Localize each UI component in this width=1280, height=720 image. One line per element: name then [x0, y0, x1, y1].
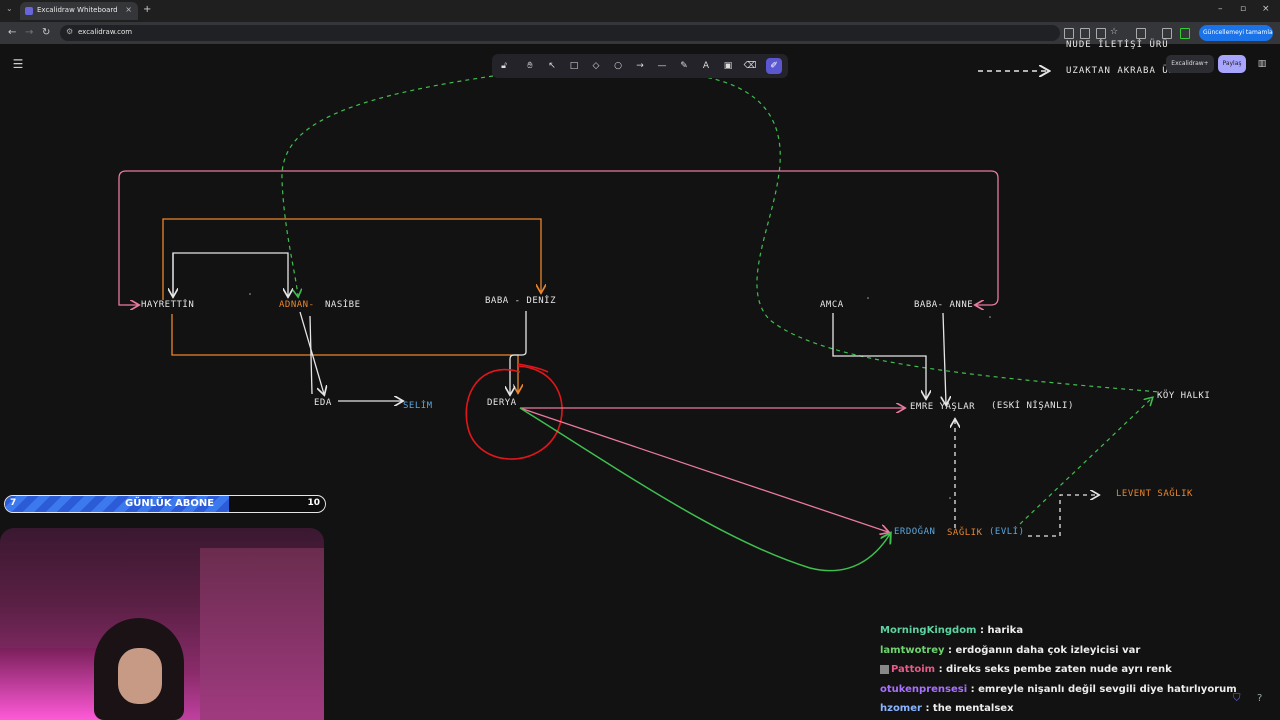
chat-username: otukenprensesi [880, 684, 968, 695]
line-tool-icon[interactable]: — [654, 58, 670, 74]
goal-label: GÜNLÜK ABONE [125, 498, 215, 509]
node-baba-anne[interactable]: BABA- ANNE [914, 300, 973, 310]
subscriber-goal-bar: 7 GÜNLÜK ABONE 10 [4, 495, 326, 513]
node-adnan[interactable]: ADNAN- [279, 300, 315, 310]
goal-current: 7 [10, 498, 17, 508]
orange-bottom-arrow[interactable] [171, 314, 518, 392]
share-button[interactable]: Paylaş [1218, 55, 1246, 73]
chat-message: otukenprensesi : emreyle nişanlı değil s… [880, 684, 1237, 695]
node-eski-nisanli[interactable]: (ESKİ NİŞANLI) [991, 401, 1074, 411]
chat-text: : the mentalsex [925, 703, 1014, 714]
lock-tool-icon[interactable]: 🔓︎ [496, 58, 512, 74]
green-dashed-curve-right[interactable] [699, 75, 1161, 393]
chat-message: lamtwotrey : erdoğanın daha çok izleyici… [880, 645, 1140, 656]
node-selim[interactable]: SELİM [403, 401, 433, 411]
image-tool-icon[interactable]: ▣ [720, 58, 736, 74]
chat-message: hzomer : the mentalsex [880, 703, 1014, 714]
diamond-tool-icon[interactable]: ◇ [588, 58, 604, 74]
hand-tool-icon[interactable]: ✋︎ [522, 58, 538, 74]
text-tool-icon[interactable]: A [698, 58, 714, 74]
stream-chat: MorningKingdom : harika lamtwotrey : erd… [876, 620, 1280, 720]
chat-username: hzomer [880, 703, 922, 714]
rectangle-tool-icon[interactable]: □ [566, 58, 582, 74]
node-emre-yaslar[interactable]: EMRE YAŞLAR [910, 402, 975, 412]
help-icon[interactable]: ? [1257, 693, 1262, 704]
webcam-cabinet [200, 548, 324, 720]
node-baba-deniz[interactable]: BABA - DENİZ [485, 296, 556, 306]
excalidraw-plus-button[interactable]: Excalidraw+ [1166, 55, 1214, 73]
webcam-overlay [0, 528, 324, 720]
eraser-tool-icon[interactable]: ⌫ [742, 58, 758, 74]
chat-badge-icon [880, 664, 889, 674]
node-amca[interactable]: AMCA [820, 300, 844, 310]
draw-tool-icon[interactable]: ✎ [676, 58, 692, 74]
chat-username: Pattoim [891, 664, 936, 675]
shield-icon[interactable]: ⛉ [1233, 693, 1241, 704]
chat-text: : emreyle nişanlı değil sevgili diye hat… [970, 684, 1237, 695]
webcam-face [118, 648, 162, 704]
node-derya[interactable]: DERYA [487, 398, 517, 408]
node-evli[interactable]: (EVLİ) [989, 527, 1025, 537]
chat-message: MorningKingdom : harika [880, 625, 1023, 636]
legend-top-text: NUDE İLETİŞİ ÜRÜ [1066, 40, 1169, 50]
chat-username: lamtwotrey [880, 645, 945, 656]
chat-username: MorningKingdom [880, 625, 977, 636]
library-sidebar-icon[interactable]: ▥ [1253, 55, 1271, 73]
node-eda[interactable]: EDA [314, 398, 332, 408]
green-dashed-curve-left[interactable] [281, 75, 494, 296]
red-highlight-circle[interactable] [465, 365, 563, 460]
hamburger-menu-icon[interactable]: ☰ [8, 54, 28, 74]
selection-tool-icon[interactable]: ↖ [544, 58, 560, 74]
legend-dashed-text: UZAKTAN AKRABA ÜR [1066, 66, 1176, 76]
node-levent-saglik[interactable]: LEVENT SAĞLIK [1116, 489, 1193, 499]
chat-text: : erdoğanın daha çok izleyicisi var [947, 645, 1141, 656]
node-hayrettin[interactable]: HAYRETTİN [141, 300, 194, 310]
node-saglik[interactable]: SAĞLIK [947, 528, 983, 538]
arrow-tool-icon[interactable]: → [632, 58, 648, 74]
node-koy-halki[interactable]: KÖY HALKI [1157, 391, 1210, 401]
ellipse-tool-icon[interactable]: ○ [610, 58, 626, 74]
orange-top-arrow[interactable] [162, 218, 541, 300]
node-erdogan[interactable]: ERDOĞAN [894, 527, 935, 537]
goal-max: 10 [307, 498, 320, 508]
chat-message: Pattoim : direks seks pembe zaten nude a… [880, 664, 1172, 675]
chat-text: : harika [979, 625, 1024, 636]
chat-text: : direks seks pembe zaten nude ayrı renk [938, 664, 1172, 675]
pink-frame-arrow[interactable] [118, 170, 999, 305]
laser-tool-icon[interactable]: ✐ [766, 58, 782, 74]
white-bracket-arrow[interactable] [172, 252, 288, 296]
excalidraw-toolbar: 🔓︎ ✋︎ ↖ □ ◇ ○ → — ✎ A ▣ ⌫ ✐ [492, 54, 788, 78]
node-nasibe[interactable]: NASİBE [325, 300, 361, 310]
